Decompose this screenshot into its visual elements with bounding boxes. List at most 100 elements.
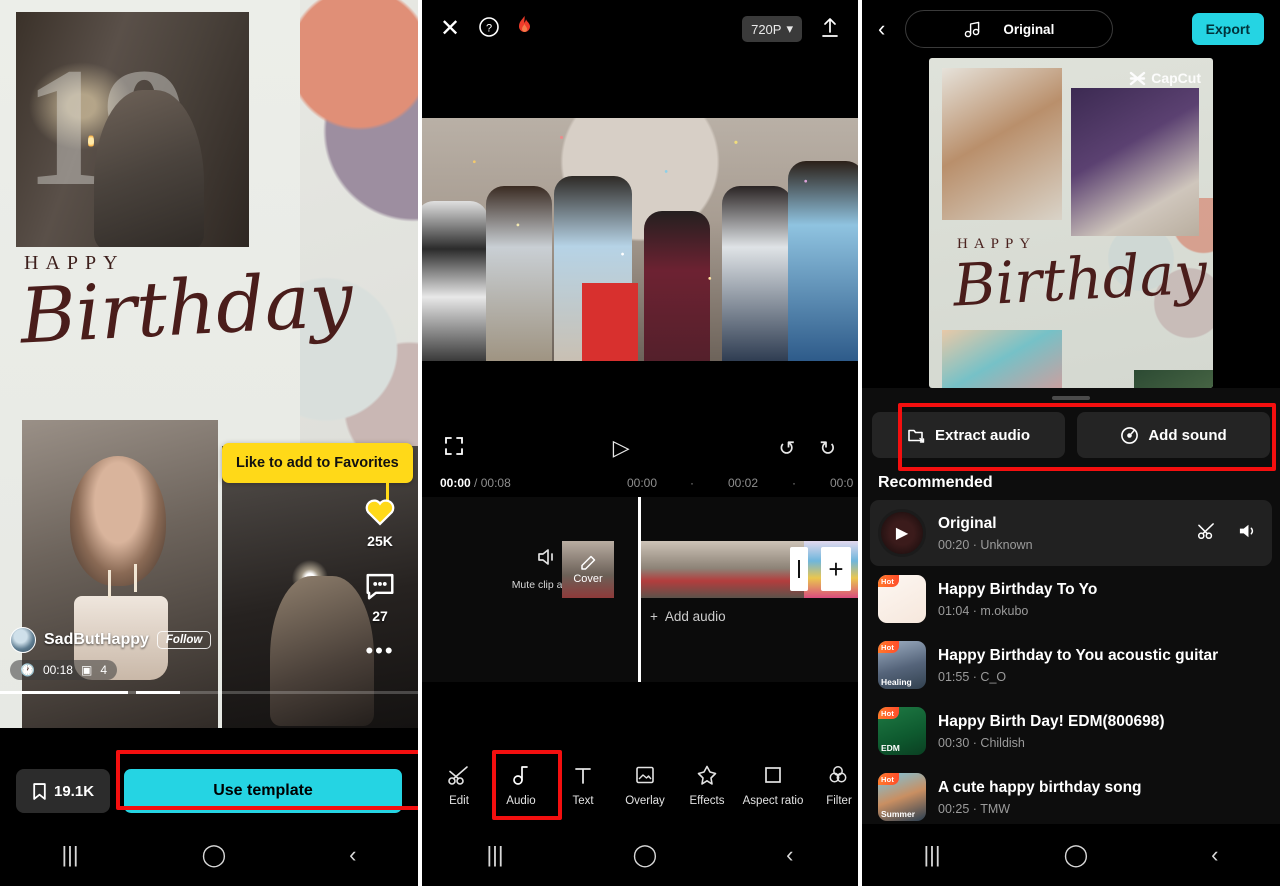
candle-1	[108, 570, 111, 598]
speaker-icon	[538, 549, 553, 565]
template-meta: 🕐 00:18 ▣ 4	[10, 660, 118, 680]
track-dot: ·	[972, 537, 977, 552]
panel-capcut-editor: ✕ ? 720P ▾ ▷ ↺ ↻ 00:00 / 00:08 00:00 · 0…	[422, 0, 858, 886]
cover-button[interactable]: Cover	[562, 541, 614, 598]
tool-audio[interactable]: Audio	[490, 762, 552, 807]
nav-back-button[interactable]: ‹	[786, 842, 793, 868]
track-row[interactable]: Hot Summer A cute happy birthday song 00…	[870, 764, 1272, 830]
author-row[interactable]: SadButHappy Follow	[10, 627, 212, 653]
use-template-button[interactable]: Use template	[124, 769, 402, 813]
track-dot: ·	[972, 669, 977, 684]
playhead[interactable]	[638, 497, 641, 682]
chevron-down-icon: ▾	[786, 21, 793, 36]
upload-icon[interactable]	[820, 16, 840, 43]
preview-photo-4	[1134, 370, 1213, 388]
nav-back-button[interactable]: ‹	[1211, 842, 1218, 868]
scissors-icon[interactable]	[1197, 522, 1216, 545]
hot-badge: Hot	[878, 641, 900, 653]
tool-effects-label: Effects	[689, 794, 725, 807]
save-count: 19.1K	[54, 782, 95, 800]
play-circle-thumb[interactable]: ▶	[878, 509, 926, 557]
undo-icon[interactable]: ↺	[778, 436, 795, 461]
track-row[interactable]: Hot Happy Birthday To Yo 01:04 · m.okubo	[870, 566, 1272, 632]
track-dot: ·	[972, 735, 977, 750]
extract-folder-icon	[908, 429, 925, 443]
music-note-icon	[490, 762, 552, 788]
track-subtitle: 00:30 · Childish	[938, 736, 1264, 750]
flame-icon[interactable]	[516, 15, 533, 43]
nav-back-button[interactable]: ‹	[349, 842, 356, 868]
nav-home-button[interactable]: ◯	[1064, 842, 1089, 868]
three-circles-icon	[808, 762, 858, 788]
nav-recents-button[interactable]: |||	[486, 842, 503, 868]
tool-overlay-label: Overlay	[625, 794, 665, 807]
card-photo-left	[22, 420, 218, 728]
like-action[interactable]: 25K	[352, 495, 408, 549]
track-row[interactable]: Hot EDM Happy Birth Day! EDM(800698) 00:…	[870, 698, 1272, 764]
track-title: Happy Birthday To Yo	[938, 580, 1098, 598]
progress-bar[interactable]	[0, 691, 418, 694]
nav-recents-button[interactable]: |||	[923, 842, 940, 868]
more-action[interactable]: •••	[352, 640, 408, 662]
tool-aspect-ratio[interactable]: Aspect ratio	[738, 762, 808, 807]
hot-badge: Hot	[878, 707, 900, 719]
export-button[interactable]: Export	[1191, 13, 1264, 45]
timeline-ruler: 00:00 / 00:08 00:00 · 00:02 · 00:0	[422, 471, 858, 497]
sheet-grab-handle[interactable]	[1052, 396, 1090, 400]
follow-button[interactable]: Follow	[156, 631, 212, 649]
comment-action[interactable]: 27	[352, 571, 408, 624]
back-icon[interactable]: ‹	[878, 16, 885, 42]
thumb-label: EDM	[881, 743, 900, 753]
tool-filter[interactable]: Filter	[808, 762, 858, 807]
track-row-original[interactable]: ▶ Original 00:20 · Unknown	[870, 500, 1272, 566]
extract-audio-button[interactable]: Extract audio	[872, 412, 1065, 458]
template-video-preview[interactable]: 19 HAPPY Birthday Like to add to Favorit…	[0, 0, 418, 728]
video-preview[interactable]	[422, 118, 858, 361]
tool-effects[interactable]: Effects	[676, 762, 738, 807]
add-clip-button[interactable]: +	[821, 547, 851, 591]
track-title: Original	[938, 514, 997, 532]
tool-overlay[interactable]: Overlay	[614, 762, 676, 807]
add-sound-label: Add sound	[1148, 426, 1227, 444]
expand-icon[interactable]	[444, 436, 464, 461]
tool-edit[interactable]: Edit	[428, 762, 490, 807]
tool-filter-label: Filter	[826, 794, 852, 807]
comment-bubble-icon	[366, 573, 394, 600]
capcut-watermark-text: CapCut	[1151, 70, 1201, 86]
question-mark-icon[interactable]: ?	[478, 16, 500, 43]
close-icon[interactable]: ✕	[440, 17, 460, 41]
thumb-label: Healing	[881, 677, 912, 687]
play-icon[interactable]: ▷	[613, 435, 630, 461]
nav-home-button[interactable]: ◯	[633, 842, 658, 868]
ruler-tick-0: 00:00	[627, 476, 658, 490]
recommended-track-list[interactable]: ▶ Original 00:20 · Unknown Hot Happy Bir…	[870, 500, 1272, 824]
add-sound-button[interactable]: Add sound	[1077, 412, 1270, 458]
music-notes-icon	[965, 21, 980, 37]
capcut-watermark: CapCut	[1129, 70, 1201, 86]
sparkle-star-icon	[676, 762, 738, 788]
tool-text[interactable]: Text	[552, 762, 614, 807]
ruler-tick-3: ·	[792, 476, 796, 490]
add-audio-label: Add audio	[664, 609, 726, 624]
nav-home-button[interactable]: ◯	[202, 842, 227, 868]
nav-recents-button[interactable]: |||	[61, 842, 78, 868]
save-count-button[interactable]: 19.1K	[16, 769, 111, 813]
track-pill[interactable]: Original	[905, 10, 1114, 48]
candle-2	[134, 564, 137, 592]
track-artist: Childish	[980, 735, 1025, 750]
volume-icon[interactable]	[1238, 522, 1258, 545]
like-count: 25K	[367, 533, 393, 549]
time-display: 00:00 / 00:08	[440, 476, 511, 490]
redo-icon[interactable]: ↻	[819, 436, 836, 461]
resolution-selector[interactable]: 720P ▾	[742, 16, 802, 42]
track-artist: C_O	[980, 669, 1007, 684]
audio-video-preview[interactable]: HAPPY Birthday CapCut	[862, 58, 1280, 388]
track-thumbnail: Hot Summer	[878, 773, 926, 821]
cover-label: Cover	[573, 572, 603, 585]
clip-trim-handle[interactable]	[790, 547, 808, 591]
add-audio-button[interactable]: + Add audio	[650, 609, 726, 624]
track-row[interactable]: Hot Healing Happy Birthday to You acoust…	[870, 632, 1272, 698]
avatar[interactable]	[10, 627, 36, 653]
timeline-track-area[interactable]: Mute clip audio Cover + + Add audio	[422, 497, 858, 682]
track-duration: 01:55	[938, 669, 970, 684]
